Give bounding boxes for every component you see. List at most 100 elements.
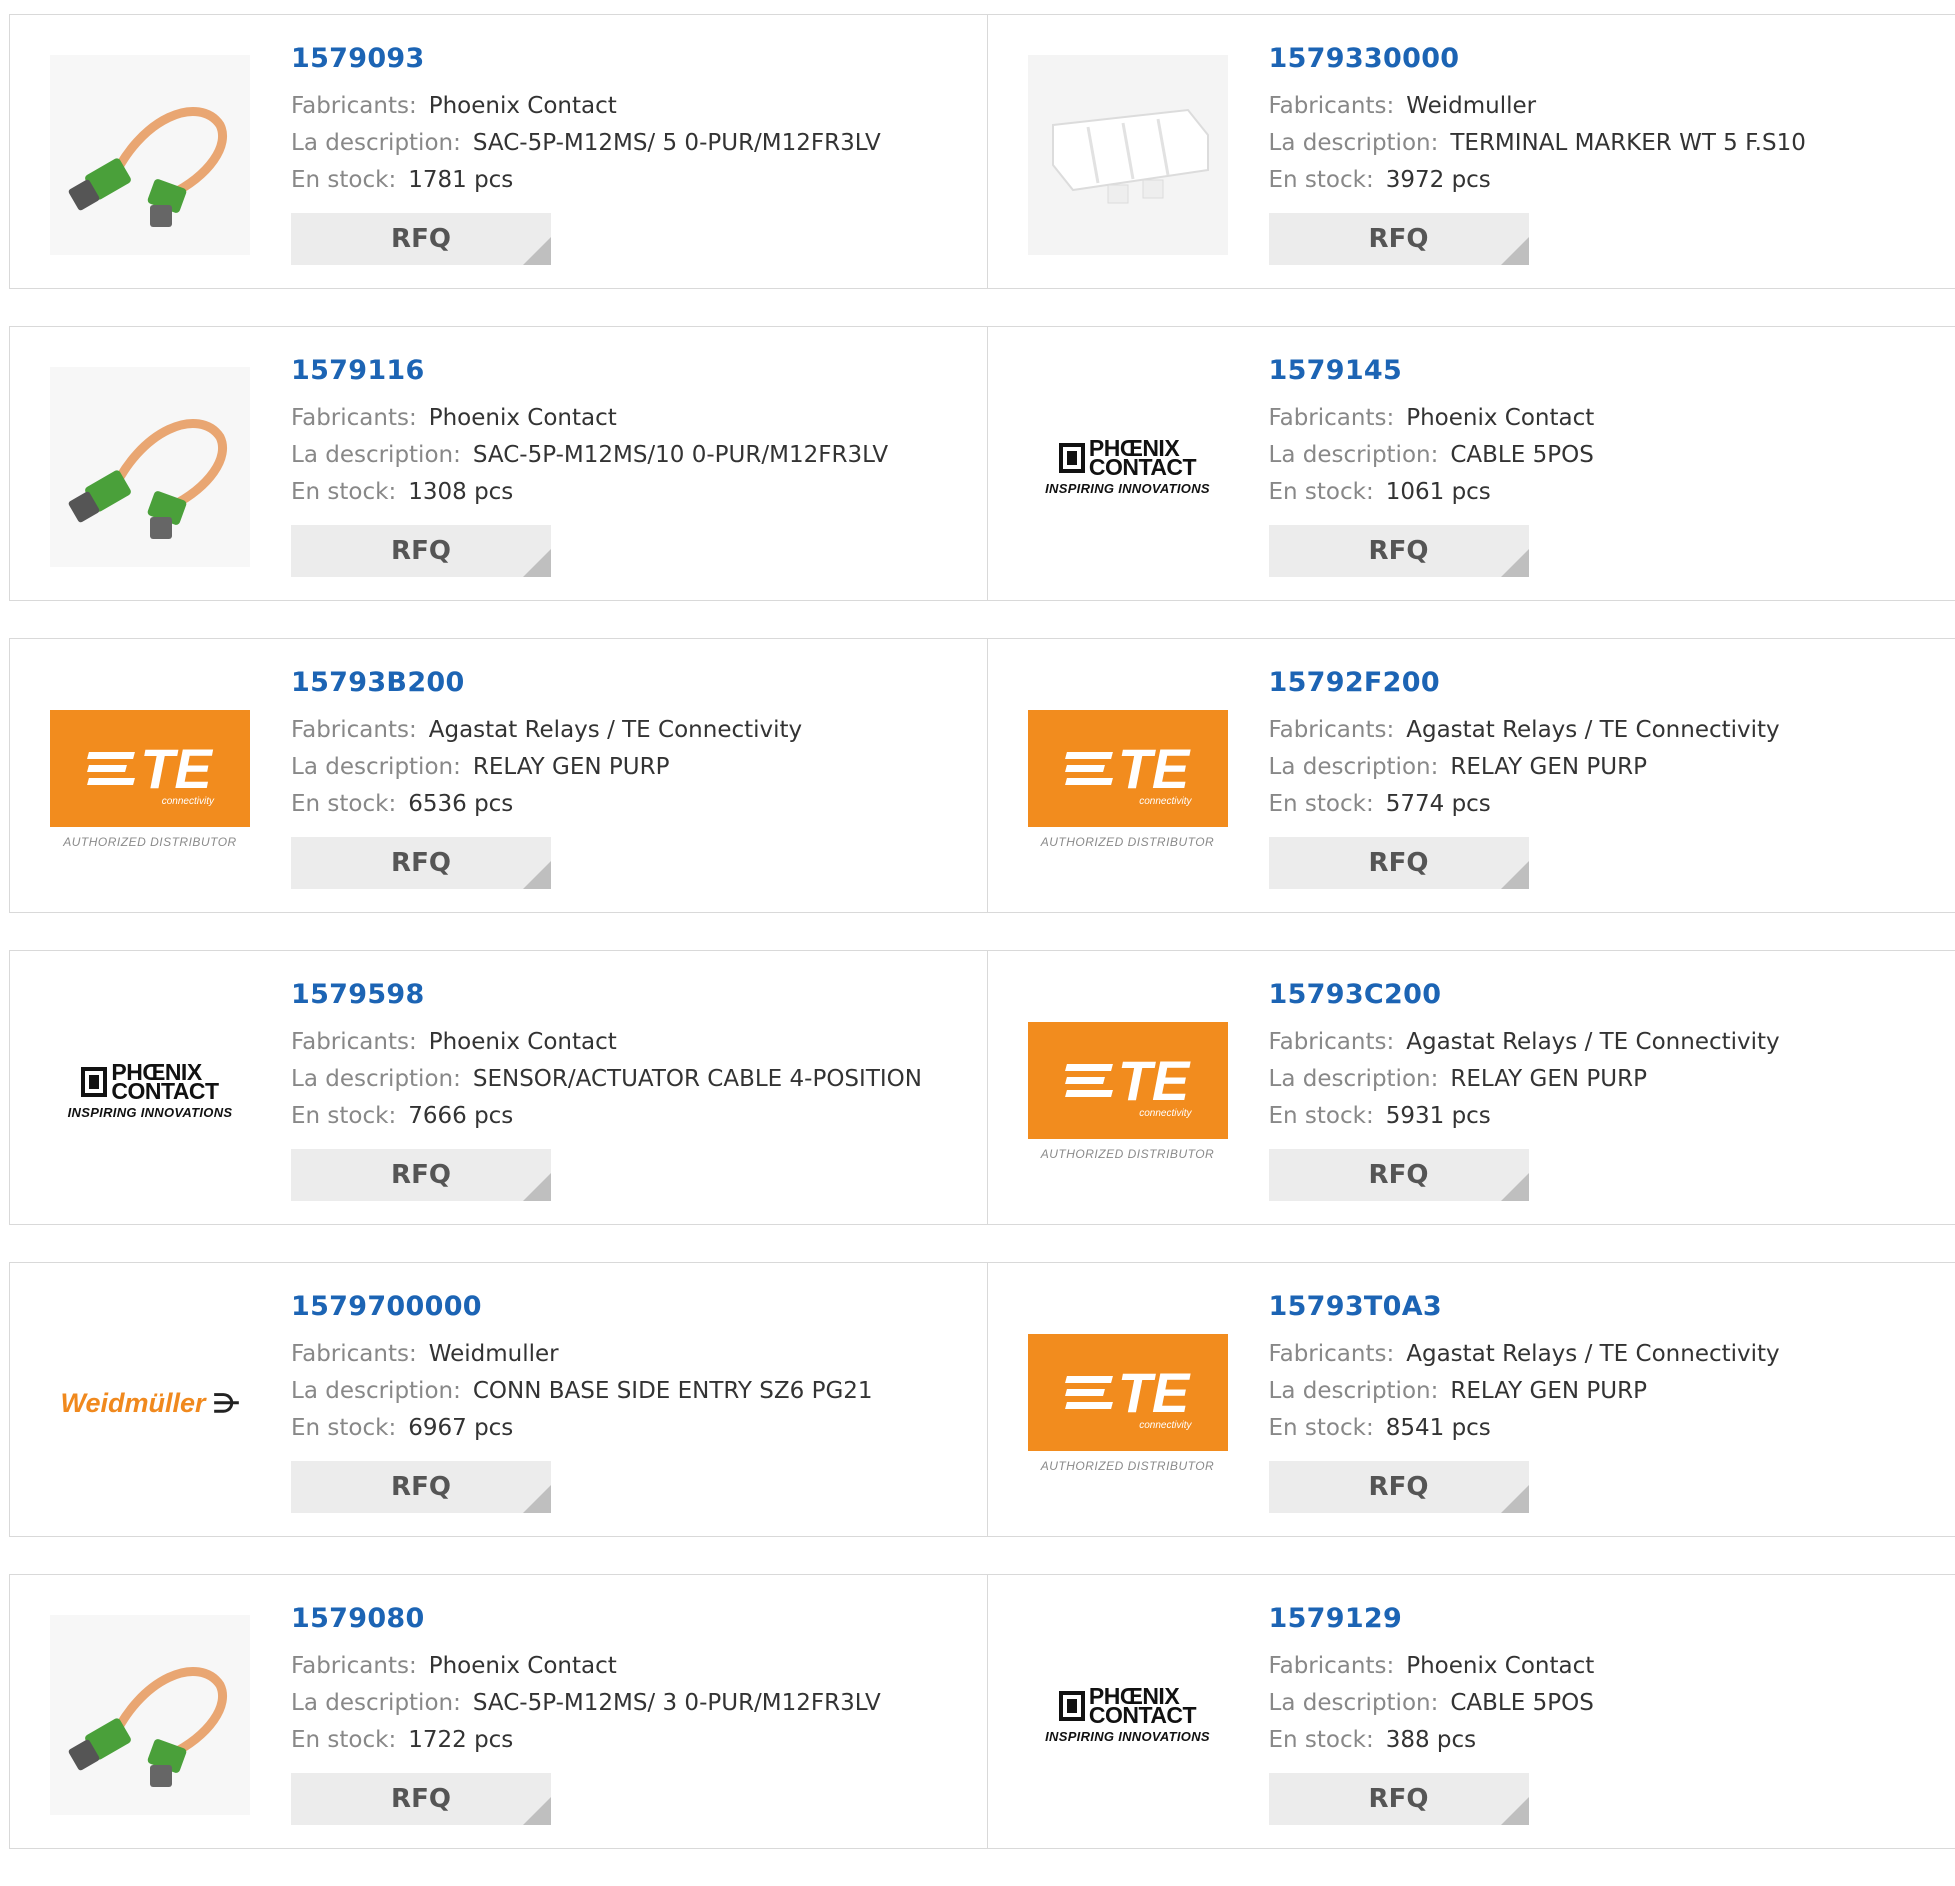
te-logo-sub: connectivity (162, 796, 214, 807)
part-number-link[interactable]: 15793T0A3 (1269, 1291, 1780, 1322)
product-grid: 1579093 Fabricants:Phoenix Contact La de… (9, 14, 1955, 1886)
rfq-button[interactable]: RFQ (1269, 213, 1529, 265)
part-number-link[interactable]: 1579330000 (1269, 43, 1806, 74)
product-image[interactable]: TE connectivity AUTHORIZED DISTRIBUTOR (1028, 991, 1228, 1191)
phoenix-contact-logo: PHŒNIXCONTACT INSPIRING INNOVATIONS (1045, 439, 1210, 496)
product-image[interactable]: PHŒNIXCONTACT INSPIRING INNOVATIONS (50, 991, 250, 1191)
description-value: CONN BASE SIDE ENTRY SZ6 PG21 (473, 1378, 873, 1404)
stock-value: 5774 pcs (1386, 791, 1491, 817)
rfq-button[interactable]: RFQ (291, 213, 551, 265)
te-logo-tagline: AUTHORIZED DISTRIBUTOR (1028, 1459, 1228, 1473)
product-row: 1579116 Fabricants:Phoenix Contact La de… (9, 326, 1955, 601)
product-card: Weidmüller⋺ 1579700000 Fabricants:Weidmu… (10, 1263, 987, 1536)
te-logo-sub: connectivity (1139, 796, 1191, 807)
rfq-label: RFQ (1369, 536, 1429, 566)
part-number-link[interactable]: 1579129 (1269, 1603, 1595, 1634)
stock-label: En stock: (1269, 791, 1374, 817)
description-label: La description: (291, 442, 461, 468)
product-image[interactable]: Weidmüller⋺ (50, 1303, 250, 1503)
te-logo-sub: connectivity (1139, 1108, 1191, 1119)
corner-triangle-icon (523, 1485, 551, 1513)
part-number-link[interactable]: 1579080 (291, 1603, 881, 1634)
product-image[interactable]: PHŒNIXCONTACT INSPIRING INNOVATIONS (1028, 1615, 1228, 1815)
corner-triangle-icon (1501, 1797, 1529, 1825)
description-line: La description:SENSOR/ACTUATOR CABLE 4-P… (291, 1061, 922, 1098)
part-number-link[interactable]: 1579116 (291, 355, 888, 386)
stock-line: En stock:388 pcs (1269, 1722, 1595, 1759)
description-value: SAC-5P-M12MS/ 5 0-PUR/M12FR3LV (473, 130, 881, 156)
stock-value: 5931 pcs (1386, 1103, 1491, 1129)
part-number-link[interactable]: 1579598 (291, 979, 922, 1010)
product-card: PHŒNIXCONTACT INSPIRING INNOVATIONS 1579… (987, 1575, 1955, 1848)
rfq-button[interactable]: RFQ (1269, 1773, 1529, 1825)
rfq-button[interactable]: RFQ (1269, 1461, 1529, 1513)
stock-line: En stock:1781 pcs (291, 162, 881, 199)
rfq-button[interactable]: RFQ (1269, 1149, 1529, 1201)
phoenix-logo-tagline: INSPIRING INNOVATIONS (1045, 481, 1210, 496)
part-number-link[interactable]: 15792F200 (1269, 667, 1780, 698)
weidmuller-logo-name: Weidmüller (60, 1388, 205, 1419)
manufacturer-label: Fabricants: (291, 405, 417, 431)
manufacturer-value: Phoenix Contact (429, 93, 617, 119)
rfq-button[interactable]: RFQ (291, 837, 551, 889)
stock-value: 1061 pcs (1386, 479, 1491, 505)
phoenix-logo-line2: CONTACT (111, 1082, 218, 1101)
part-number-link[interactable]: 1579145 (1269, 355, 1595, 386)
product-info: 1579116 Fabricants:Phoenix Contact La de… (291, 355, 888, 577)
product-image[interactable]: TE connectivity AUTHORIZED DISTRIBUTOR (1028, 1303, 1228, 1503)
product-info: 1579330000 Fabricants:Weidmuller La desc… (1269, 43, 1806, 265)
product-info: 15793B200 Fabricants:Agastat Relays / TE… (291, 667, 802, 889)
rfq-button[interactable]: RFQ (291, 525, 551, 577)
product-image[interactable]: TE connectivity AUTHORIZED DISTRIBUTOR (1028, 679, 1228, 879)
weidmuller-logo: Weidmüller⋺ (60, 1388, 239, 1419)
manufacturer-line: Fabricants:Weidmuller (1269, 88, 1806, 125)
description-label: La description: (291, 1066, 461, 1092)
description-value: TERMINAL MARKER WT 5 F.S10 (1450, 130, 1805, 156)
product-image[interactable] (50, 1615, 250, 1815)
manufacturer-value: Weidmuller (1406, 93, 1536, 119)
part-number-link[interactable]: 15793C200 (1269, 979, 1780, 1010)
te-connectivity-logo: TE connectivity AUTHORIZED DISTRIBUTOR (50, 710, 250, 849)
manufacturer-line: Fabricants:Agastat Relays / TE Connectiv… (1269, 1336, 1780, 1373)
description-line: La description:SAC-5P-M12MS/ 5 0-PUR/M12… (291, 125, 881, 162)
product-image[interactable]: TE connectivity AUTHORIZED DISTRIBUTOR (50, 679, 250, 879)
part-number-link[interactable]: 1579093 (291, 43, 881, 74)
stock-label: En stock: (1269, 479, 1374, 505)
manufacturer-line: Fabricants:Weidmuller (291, 1336, 873, 1373)
product-info: 1579093 Fabricants:Phoenix Contact La de… (291, 43, 881, 265)
rfq-button[interactable]: RFQ (291, 1149, 551, 1201)
description-label: La description: (291, 754, 461, 780)
rfq-label: RFQ (1369, 848, 1429, 878)
stock-line: En stock:5931 pcs (1269, 1098, 1780, 1135)
te-logo-mark: TE (1118, 1360, 1190, 1425)
description-line: La description:CABLE 5POS (1269, 1685, 1595, 1722)
stock-line: En stock:8541 pcs (1269, 1410, 1780, 1447)
stock-label: En stock: (1269, 1727, 1374, 1753)
manufacturer-label: Fabricants: (1269, 1341, 1395, 1367)
stock-value: 1722 pcs (408, 1727, 513, 1753)
cable-photo-icon (50, 55, 250, 255)
product-row: 1579080 Fabricants:Phoenix Contact La de… (9, 1574, 1955, 1849)
terminal-marker-photo-icon (1028, 55, 1228, 255)
manufacturer-line: Fabricants:Phoenix Contact (1269, 1648, 1595, 1685)
part-number-link[interactable]: 1579700000 (291, 1291, 873, 1322)
rfq-button[interactable]: RFQ (1269, 525, 1529, 577)
product-image[interactable] (50, 367, 250, 567)
rfq-label: RFQ (391, 536, 451, 566)
product-image[interactable] (1028, 55, 1228, 255)
rfq-button[interactable]: RFQ (291, 1773, 551, 1825)
rfq-label: RFQ (391, 1472, 451, 1502)
part-number-link[interactable]: 15793B200 (291, 667, 802, 698)
corner-triangle-icon (523, 237, 551, 265)
product-image[interactable]: PHŒNIXCONTACT INSPIRING INNOVATIONS (1028, 367, 1228, 567)
product-info: 1579700000 Fabricants:Weidmuller La desc… (291, 1291, 873, 1513)
manufacturer-line: Fabricants:Agastat Relays / TE Connectiv… (1269, 1024, 1780, 1061)
rfq-button[interactable]: RFQ (1269, 837, 1529, 889)
manufacturer-line: Fabricants:Agastat Relays / TE Connectiv… (291, 712, 802, 749)
manufacturer-value: Weidmuller (429, 1341, 559, 1367)
product-image[interactable] (50, 55, 250, 255)
phoenix-logo-tagline: INSPIRING INNOVATIONS (1045, 1729, 1210, 1744)
description-line: La description:TERMINAL MARKER WT 5 F.S1… (1269, 125, 1806, 162)
phoenix-square-icon (1059, 443, 1085, 473)
rfq-button[interactable]: RFQ (291, 1461, 551, 1513)
